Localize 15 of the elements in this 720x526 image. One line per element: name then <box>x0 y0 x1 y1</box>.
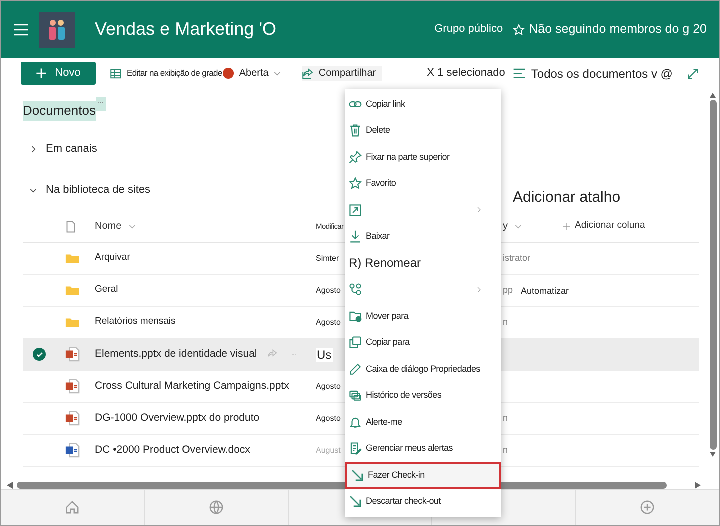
modified-by-cell-text: istrator <box>503 252 531 265</box>
modified-cell: Agosto <box>316 286 341 295</box>
modified-cell: Agosto <box>316 382 341 391</box>
group-type: Grupo público <box>434 22 504 38</box>
modified-cell: August <box>316 446 341 455</box>
library-title: Documentos <box>23 101 96 120</box>
modified-cell: Us <box>316 348 333 362</box>
modified-cell: Simter <box>316 254 340 263</box>
modified-cell: Agosto <box>316 414 341 423</box>
modified-cell: Agosto <box>316 318 341 327</box>
modified-by-cell-text: n <box>503 444 508 457</box>
site-title: Vendas e Marketing 'O <box>95 18 278 41</box>
modified-by-cell-text: n <box>503 412 508 425</box>
modified-by-cell-text: pp <box>503 284 514 297</box>
modified-by-cell-text: n <box>503 316 508 329</box>
